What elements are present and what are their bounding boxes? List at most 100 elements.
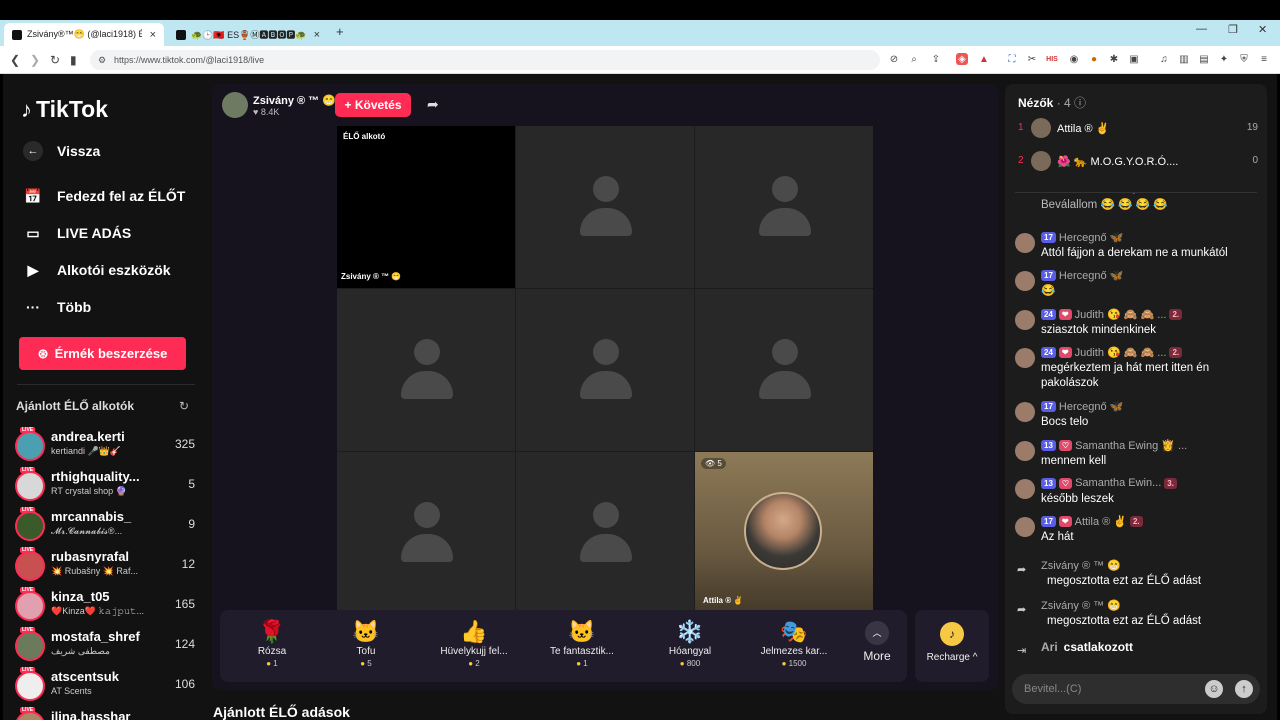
forward-nav-icon[interactable]: ❯ [30,53,40,67]
join-user[interactable]: Ari [1041,640,1058,654]
refresh-icon[interactable]: ↻ [179,399,189,413]
host-name[interactable]: Zsivány ® ™ 😁 [253,94,336,107]
gift-item[interactable]: 🌹 Rózsa ● 1 [228,618,316,678]
follow-button[interactable]: + Követés [335,93,411,117]
back-nav-icon[interactable]: ❮ [10,53,20,67]
user-name[interactable]: Samantha Ewin... [1075,477,1161,489]
bookmark-icon[interactable]: ▮ [70,53,77,67]
recommended-creator[interactable]: LIVE ilina.hasshar [15,707,195,720]
guest-slot-empty[interactable] [337,289,515,451]
user-name[interactable]: Hercegnő 🦋 [1059,231,1123,244]
recommended-creator[interactable]: LIVE andrea.kerti kertiandi 🎤👑🎸 325 [15,427,195,465]
chat-message[interactable]: 13 ♡ Samantha Ewin... 3. később leszek [1015,477,1260,513]
recharge-button[interactable]: ♪ Recharge ^ [915,610,989,682]
menu-icon[interactable]: ≡ [1258,53,1270,65]
wallet-icon[interactable]: ▤ [1198,53,1210,65]
chat-message[interactable]: 17 ❤ Attila ® ✌ 2. Az hát [1015,515,1260,551]
viewers-header[interactable]: Nézők · 4 ⓘ [1018,94,1086,111]
chat-message[interactable]: 17 Hercegnő 🦋 😂 [1015,269,1260,305]
rewards-icon[interactable]: ▲ [978,53,990,65]
guest-slot-empty[interactable] [516,289,694,451]
arrow-left-icon: ← [23,141,43,161]
chat-message[interactable]: 17 Hercegnő 🦋 Attól fájjon a derekam ne a … [1015,231,1260,267]
chat-message[interactable]: 24 ❤ Judith 😘 🙈 🙈 ... 2. megérkeztem ja hát … [1015,346,1260,396]
chat-message[interactable]: 17 Hercegnő 🦋 Bocs telo [1015,400,1260,436]
send-arrow-icon[interactable]: ↑ [1235,680,1253,698]
zoom-icon[interactable]: ⌕ [908,53,920,65]
close-tab-icon[interactable]: × [150,29,156,41]
translate-icon[interactable]: ⛶ [1006,53,1018,65]
extensions-puzzle-icon[interactable]: ✱ [1108,53,1120,65]
browser-tab-active[interactable]: Zsivány®™😁 (@laci1918) É... × [4,23,164,46]
guest-video-tile[interactable]: 👁 5 Attila ® ✌ [695,452,873,614]
site-info-icon[interactable]: ⚙ [98,55,106,66]
vpn-icon[interactable]: ⛨ [1238,53,1250,65]
gift-item[interactable]: 🐱 Tofu ● 5 [322,618,410,678]
emoji-icon[interactable]: ☺ [1205,680,1223,698]
extension-icon[interactable]: ◉ [1068,53,1080,65]
message-text: Az hát [1041,531,1074,543]
more-gifts-button[interactable]: ︿ More [857,618,897,663]
chat-message[interactable]: 13 ♡ Samantha Ewing 👸 ... mennem kell [1015,439,1260,475]
url-field[interactable]: ⚙ https://www.tiktok.com/@laci1918/live [90,50,880,70]
media-icon[interactable]: ♫ [1158,53,1170,65]
get-coins-button[interactable]: ⊛ Érmék beszerzése [19,337,186,370]
nav-more[interactable]: ··· Több [23,297,91,317]
minimize-button[interactable]: — [1196,23,1207,35]
message-header: 13 ♡ Samantha Ewing 👸 ... [1041,439,1256,452]
gift-item[interactable]: 🎭 Jelmezes kar... ● 1500 [750,618,838,678]
maximize-button[interactable]: ❐ [1228,23,1238,36]
extension-icon[interactable]: HIS [1046,53,1058,65]
recommended-creator[interactable]: LIVE rubasnyrafal 💥 Rubašny 💥 Raf... 12 [15,547,195,585]
extension-icon[interactable]: ✂ [1026,53,1038,65]
chat-input-placeholder: Bevitel...(C) [1024,683,1082,695]
user-name[interactable]: Judith 😘 🙈 🙈 ... [1075,308,1167,321]
gift-icon: 🎭 [780,619,808,644]
top-viewer-row[interactable]: 1 Attila ® ✌ 19 [1018,118,1258,140]
share-user[interactable]: Zsivány ® ™ 😁 [1041,599,1256,612]
brave-shield-icon[interactable]: ◈ [956,53,968,65]
user-name[interactable]: Samantha Ewing 👸 ... [1075,439,1187,452]
guest-slot-empty[interactable] [337,452,515,614]
nav-creator-tools[interactable]: ▶ Alkotói eszközök [23,260,171,280]
browser-tab[interactable]: 🐢🕒🇦🇱 ES🏺Ⓜ🅰🅱🅾🅿🐢 (@csby0... × [168,23,328,46]
info-icon[interactable]: ⓘ [1074,96,1086,110]
nav-go-live[interactable]: ▭ LIVE ADÁS [23,223,131,243]
user-name[interactable]: Hercegnő 🦋 [1059,269,1123,282]
user-name[interactable]: Hercegnő 🦋 [1059,400,1123,413]
chat-message[interactable]: Beválallom 😂 😂 😂 😂 [1015,198,1260,234]
share-arrow-icon[interactable]: ➦ [427,96,439,113]
guest-slot-empty[interactable] [516,452,694,614]
extension-icon[interactable]: ● [1088,53,1100,65]
host-avatar[interactable] [222,92,248,118]
nav-explore-live[interactable]: 📅 Fedezd fel az ÉLŐT [23,186,185,206]
extension-icon[interactable]: ⊘ [888,53,900,65]
gift-item[interactable]: 👍 Hüvelykujj fel... ● 2 [430,618,518,678]
recommended-creator[interactable]: LIVE mostafa_shref مصطفى شريف 124 [15,627,195,665]
user-name[interactable]: Attila ® ✌ [1075,515,1127,528]
new-tab-button[interactable]: + [336,24,344,39]
extension-icon[interactable]: ✦ [1218,53,1230,65]
gift-item[interactable]: ❄️ Hóangyal ● 800 [646,618,734,678]
extension-icon[interactable]: ▣ [1128,53,1140,65]
back-link[interactable]: ← Vissza [23,141,100,161]
recommended-creator[interactable]: LIVE rthighquality... RT crystal shop 🔮 5 [15,467,195,505]
sidebar-toggle-icon[interactable]: ▥ [1178,53,1190,65]
share-page-icon[interactable]: ⇪ [930,53,942,65]
gift-item[interactable]: 🐱 Te fantasztik... ● 1 [538,618,626,678]
top-viewer-row[interactable]: 2 🌺 🐆 M.O.G.Y.O.R.Ó.... 0 [1018,151,1258,173]
reload-icon[interactable]: ↻ [50,53,60,67]
chat-message[interactable]: 24 ❤ Judith 😘 🙈 🙈 ... 2. sziasztok mindenkin… [1015,308,1260,344]
guest-slot-empty[interactable] [695,126,873,288]
host-video-tile[interactable]: ÉLŐ alkotó Zsivány ® ™ 😁 [337,126,515,288]
recommended-creator[interactable]: LIVE mrcannabis_ 𝓜𝓻.𝓒𝓪𝓷𝓷𝓪𝓫𝓲𝓼®... 9 [15,507,195,545]
close-window-button[interactable]: ✕ [1258,23,1267,36]
guest-slot-empty[interactable] [516,126,694,288]
recommended-creator[interactable]: LIVE kinza_t05 ❤️Kinza❤️ 𝚔𝚊𝚓𝚙𝚞𝚝... 165 [15,587,195,625]
guest-slot-empty[interactable] [695,289,873,451]
share-user[interactable]: Zsivány ® ™ 😁 [1041,559,1256,572]
user-name[interactable]: Judith 😘 🙈 🙈 ... [1075,346,1167,359]
tiktok-logo[interactable]: ♪ TikTok [21,96,108,123]
recommended-creator[interactable]: LIVE atscentsuk AT Scents 106 [15,667,195,705]
close-tab-icon[interactable]: × [314,29,320,41]
